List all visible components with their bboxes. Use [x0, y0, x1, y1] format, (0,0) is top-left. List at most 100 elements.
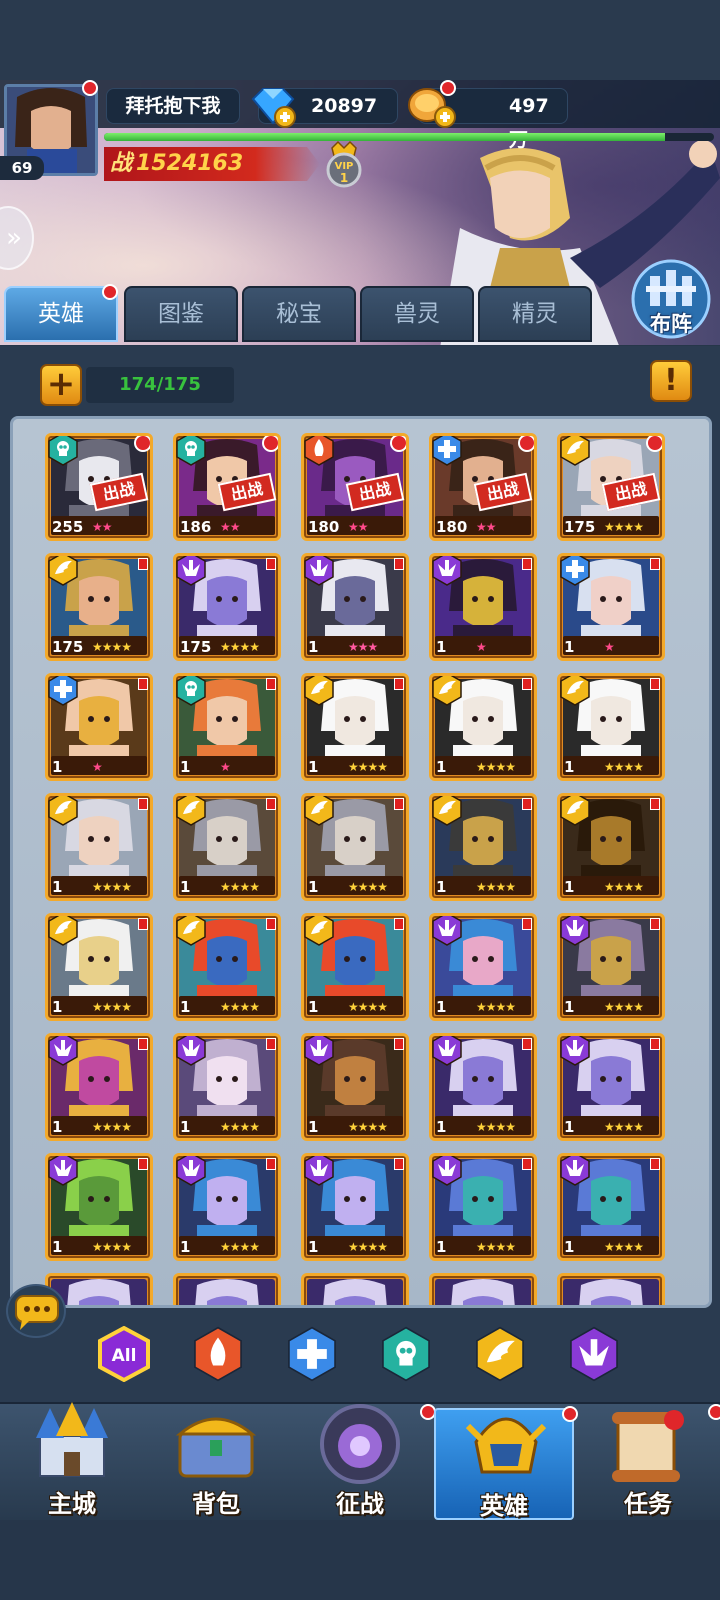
demon-faction-icon[interactable]: [566, 1326, 622, 1382]
castle-icon: [26, 1400, 118, 1486]
experience-fill: [104, 133, 666, 141]
hero-card[interactable]: 1 ★★★★: [301, 793, 409, 901]
hero-card[interactable]: 1 ★★★★: [557, 1033, 665, 1141]
gold-counter[interactable]: 497万: [408, 88, 568, 151]
fire-faction-icon: [304, 436, 336, 466]
hero-card-partial[interactable]: [301, 1273, 409, 1305]
hero-stars: ★★★★: [348, 1000, 388, 1014]
hero-card[interactable]: 1 ★★★★: [301, 673, 409, 781]
hero-card[interactable]: 1 ★★★★: [173, 913, 281, 1021]
tab-beast-spirit[interactable]: 兽灵: [360, 286, 474, 342]
filter-all-label: All: [112, 1346, 137, 1366]
hero-card[interactable]: 1 ★★★★: [173, 1153, 281, 1261]
hero-stars: ★★: [92, 520, 113, 534]
hero-card[interactable]: 175 ★★★★ 出战: [557, 433, 665, 541]
hero-card[interactable]: 175 ★★★★: [173, 553, 281, 661]
skull-faction-icon[interactable]: [378, 1326, 434, 1382]
all-icon[interactable]: All: [96, 1325, 152, 1383]
nav-dragon-portal[interactable]: 征战: [290, 1404, 436, 1520]
hero-portrait: [563, 1279, 659, 1305]
hero-card[interactable]: 180 ★★ 出战: [429, 433, 537, 541]
hero-stars: ★: [476, 640, 487, 654]
player-name[interactable]: 拜托抱下我: [106, 88, 240, 124]
hero-stars: ★★★★: [604, 760, 644, 774]
demon-faction-icon: [432, 1036, 464, 1066]
hero-card[interactable]: 1 ★★★★: [173, 793, 281, 901]
nav-hero-helmet[interactable]: 英雄: [434, 1406, 578, 1520]
diamond-plus-icon[interactable]: [247, 85, 299, 129]
hero-card[interactable]: 1 ★★★★: [429, 673, 537, 781]
hero-card[interactable]: 186 ★★ 出战: [173, 433, 281, 541]
gem-counter[interactable]: 20897: [251, 88, 398, 128]
hero-card[interactable]: 180 ★★ 出战: [301, 433, 409, 541]
hero-card[interactable]: 1 ★★★★: [301, 913, 409, 1021]
cross-faction-icon[interactable]: [284, 1326, 340, 1382]
hero-card-partial[interactable]: [557, 1273, 665, 1305]
hero-level: 1: [308, 1118, 319, 1136]
power-prefix: 战: [110, 151, 133, 176]
hero-card[interactable]: 1 ★★★★: [557, 673, 665, 781]
hero-card[interactable]: 1 ★★★★: [557, 1153, 665, 1261]
skull-faction-icon: [176, 676, 208, 706]
tab-codex[interactable]: 图鉴: [124, 286, 238, 342]
hero-card[interactable]: 1 ★★★★: [45, 793, 153, 901]
hero-level: 1: [564, 998, 575, 1016]
hero-card[interactable]: 1 ★: [557, 553, 665, 661]
gem-amount: 20897: [311, 95, 378, 117]
hero-card[interactable]: 1 ★: [45, 673, 153, 781]
hero-card[interactable]: 1 ★: [429, 553, 537, 661]
hero-card-partial[interactable]: [429, 1273, 537, 1305]
expand-capacity-button[interactable]: +: [40, 364, 82, 406]
hero-level: 1: [564, 878, 575, 896]
nav-castle[interactable]: 主城: [2, 1402, 142, 1520]
hero-card[interactable]: 1 ★: [173, 673, 281, 781]
hero-level: 1: [436, 878, 447, 896]
tab-sprite[interactable]: 精灵: [478, 286, 592, 342]
tab-heroes[interactable]: 英雄: [4, 286, 118, 342]
nav-notification-dot: [708, 1404, 720, 1420]
nav-chest[interactable]: 背包: [146, 1408, 286, 1520]
formation-label: 布阵: [650, 312, 692, 336]
hero-card[interactable]: 1 ★★★★: [429, 1153, 537, 1261]
cross-faction-icon: [432, 436, 464, 466]
hero-card-flag-icon: [522, 1038, 532, 1050]
vip-badge[interactable]: VIP 1: [320, 140, 368, 188]
hero-card[interactable]: 1 ★★★★: [45, 913, 153, 1021]
avatar-notification-dot: [82, 80, 98, 96]
hero-level: 1: [52, 1238, 63, 1256]
hero-card[interactable]: 1 ★★★★: [557, 913, 665, 1021]
hero-card-flag-icon: [522, 678, 532, 690]
info-button[interactable]: !: [650, 360, 692, 402]
hero-level: 1: [52, 998, 63, 1016]
hero-card-flag-icon: [138, 1038, 148, 1050]
hero-card-notification-dot: [518, 436, 534, 452]
hero-level: 1: [180, 878, 191, 896]
hero-card[interactable]: 255 ★★ 出战: [45, 433, 153, 541]
hero-card[interactable]: 1 ★★★: [301, 553, 409, 661]
hero-card[interactable]: 175 ★★★★: [45, 553, 153, 661]
hero-card[interactable]: 1 ★★★★: [301, 1033, 409, 1141]
tab-treasure[interactable]: 秘宝: [242, 286, 356, 342]
hero-card-flag-icon: [522, 798, 532, 810]
nav-label: 英雄: [480, 1492, 528, 1520]
chat-button[interactable]: [6, 1284, 66, 1338]
formation-button[interactable]: 布阵: [628, 256, 714, 342]
hero-stars: ★★★★: [476, 880, 516, 894]
combat-power: 战 1524163: [104, 147, 320, 181]
hero-stars: ★★★★: [604, 1120, 644, 1134]
hero-stars: ★★★★: [476, 760, 516, 774]
hero-card-partial[interactable]: [173, 1273, 281, 1305]
hero-card[interactable]: 1 ★★★★: [301, 1153, 409, 1261]
wing-faction-icon[interactable]: [472, 1326, 528, 1382]
hero-card[interactable]: 1 ★★★★: [45, 1033, 153, 1141]
demon-faction-icon: [176, 1036, 208, 1066]
hero-card[interactable]: 1 ★★★★: [429, 1033, 537, 1141]
hero-card[interactable]: 1 ★★★★: [173, 1033, 281, 1141]
hero-stars: ★★★★: [604, 1240, 644, 1254]
fire-faction-icon[interactable]: [190, 1326, 246, 1382]
hero-card[interactable]: 1 ★★★★: [429, 913, 537, 1021]
nav-scroll[interactable]: 任务: [578, 1404, 720, 1520]
hero-card[interactable]: 1 ★★★★: [429, 793, 537, 901]
hero-card[interactable]: 1 ★★★★: [557, 793, 665, 901]
hero-card[interactable]: 1 ★★★★: [45, 1153, 153, 1261]
